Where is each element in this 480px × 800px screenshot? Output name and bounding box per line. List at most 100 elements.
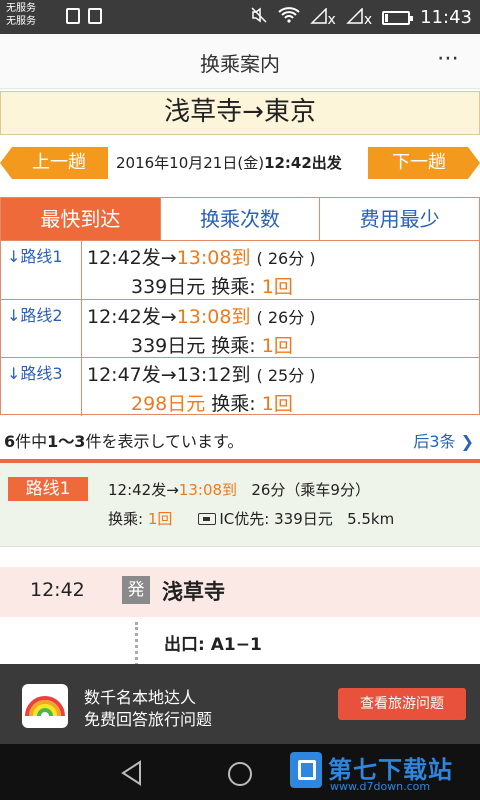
watermark-url: www.d7down.com (330, 780, 431, 793)
result-count: 6件中1～3件を表示しています。 (4, 428, 243, 452)
transfer-label: 换乘: (205, 335, 262, 357)
station-exit: 出口: A1−1 (164, 635, 262, 655)
detail-transfer-label: 换乘: (108, 510, 148, 528)
previous-train-button[interactable]: 上一趟 (0, 147, 108, 179)
mute-icon (250, 6, 268, 29)
fare: 339日元 (131, 335, 206, 357)
route-fare: 298日元 换乘: 1回 (131, 389, 293, 416)
system-nav-bar: 第七下载站 www.d7down.com (0, 744, 480, 800)
next-results-link[interactable]: 后3条 ❯ (413, 428, 474, 452)
arrive-time: 13:08到 (176, 247, 251, 269)
page-title: 换乘案内 (200, 52, 280, 76)
status-bar: 无服务 无服务 x x 11:43 (0, 0, 480, 34)
route-line-dots (135, 622, 138, 666)
rainbow-logo-icon (22, 684, 68, 728)
route-row-1[interactable]: ↓路线1 12:42发→13:08到 ( 26分 ) 339日元 换乘: 1回 (1, 241, 479, 299)
carrier-line-2: 无服务 (6, 16, 36, 27)
next-train-button[interactable]: 下一趟 (368, 147, 480, 179)
divider (81, 300, 82, 358)
departure-station: 12:42 発 浅草寺 (0, 567, 480, 617)
notification-icons (66, 8, 102, 24)
search-time: 12:42出发 (264, 154, 342, 172)
route-label[interactable]: ↓路线1 (7, 243, 63, 267)
ad-line-2: 免费回答旅行问题 (84, 710, 213, 729)
sort-tabs: 最快到达 换乘次数 费用最少 (0, 197, 480, 241)
transfer-label: 换乘: (205, 393, 262, 415)
route-header: 浅草寺→東京 (0, 91, 480, 135)
detail-depart: 12:42发→ (108, 481, 179, 499)
tab-fewest-transfers[interactable]: 换乘次数 (159, 198, 320, 240)
result-info: 6件中1～3件を表示しています。 后3条 ❯ (0, 426, 480, 452)
arrive-time: 13:08到 (176, 306, 251, 328)
arrive-time: 13:12到 (176, 364, 251, 386)
tab-cheapest[interactable]: 费用最少 (319, 198, 480, 240)
signal-icon-1: x (309, 6, 336, 28)
result-total: 6 (4, 432, 16, 451)
watermark-logo-icon (290, 752, 322, 788)
title-bar: 换乘案内 ⋯ (0, 34, 480, 89)
depart-time: 12:42发→ (87, 247, 177, 269)
depart-time: 12:42发→ (87, 306, 177, 328)
detail-fare-line: 换乘: 1回 IC优先: 339日元 5.5km (108, 508, 394, 529)
home-icon[interactable] (228, 762, 252, 786)
route-label[interactable]: ↓路线3 (7, 360, 63, 384)
station-name[interactable]: 浅草寺 (162, 576, 225, 606)
route-fare: 339日元 换乘: 1回 (131, 331, 293, 358)
search-date: 2016年10月21日(金) (116, 154, 265, 172)
route-detail-header: 路线1 12:42发→13:08到 26分（乘车9分） 换乘: 1回 IC优先: … (0, 463, 480, 547)
route-times: 12:47发→13:12到 ( 25分 ) (87, 360, 316, 387)
tab-fastest[interactable]: 最快到达 (1, 198, 160, 240)
duration: ( 25分 ) (256, 366, 316, 385)
divider (81, 358, 82, 416)
transfer-count: 1回 (261, 335, 293, 357)
sim-icon (66, 8, 80, 24)
carrier-text: 无服务 无服务 (6, 2, 36, 28)
signal-x-2: x (363, 11, 373, 28)
view-travel-questions-button[interactable]: 查看旅游问题 (338, 688, 466, 720)
route-times: 12:42发→13:08到 ( 26分 ) (87, 302, 316, 329)
clock: 11:43 (420, 7, 472, 28)
departure-badge: 発 (122, 576, 150, 604)
status-right: x x 11:43 (250, 6, 472, 29)
wifi-icon (277, 6, 300, 29)
more-icon[interactable]: ⋯ (437, 46, 460, 71)
route-badge: 路线1 (8, 477, 88, 501)
detail-transfer-count: 1回 (147, 510, 173, 528)
signal-icon-2: x (346, 6, 373, 28)
route-list: ↓路线1 12:42发→13:08到 ( 26分 ) 339日元 换乘: 1回 … (0, 241, 480, 416)
ic-label: IC优先: (219, 510, 275, 528)
transfer-count: 1回 (261, 393, 293, 415)
back-icon[interactable] (120, 760, 144, 790)
date-bar: 上一趟 2016年10月21日(金)12:42出发 下一趟 (0, 146, 480, 180)
search-datetime: 2016年10月21日(金)12:42出发 (116, 152, 342, 173)
result-text-a: 件中 (15, 432, 48, 451)
route-row-2[interactable]: ↓路线2 12:42发→13:08到 ( 26分 ) 339日元 换乘: 1回 (1, 299, 479, 358)
ad-banner: 数千名本地达人 免费回答旅行问题 查看旅游问题 (0, 664, 480, 744)
signal-x-1: x (327, 11, 336, 28)
route-label[interactable]: ↓路线2 (7, 302, 63, 326)
depart-time: 12:47发→ (87, 364, 177, 386)
transfer-label: 换乘: (205, 276, 262, 298)
fare: 298日元 (131, 393, 206, 415)
station-time: 12:42 (30, 579, 85, 601)
ic-card-icon (198, 513, 217, 525)
detail-times: 12:42发→13:08到 26分（乘车9分） (108, 479, 370, 500)
carrier-line-1: 无服务 (6, 3, 36, 14)
detail-arrive: 13:08到 (178, 481, 238, 499)
detail-duration: 26分（乘车9分） (251, 481, 370, 499)
result-text-b: 件を表示しています。 (85, 432, 244, 451)
result-range: 1～3 (47, 432, 86, 451)
battery-icon (382, 10, 414, 25)
route-fare: 339日元 换乘: 1回 (131, 272, 293, 299)
divider (81, 241, 82, 299)
duration: ( 26分 ) (256, 308, 316, 327)
duration: ( 26分 ) (256, 249, 316, 268)
image-icon (88, 8, 102, 24)
ad-line-1: 数千名本地达人 (84, 688, 197, 707)
route-times: 12:42发→13:08到 ( 26分 ) (87, 243, 316, 270)
watermark: 第七下载站 www.d7down.com (290, 750, 470, 798)
route-row-3[interactable]: ↓路线3 12:47发→13:12到 ( 25分 ) 298日元 换乘: 1回 (1, 357, 479, 416)
detail-fare: 339日元 (274, 510, 333, 528)
detail-distance: 5.5km (347, 510, 395, 528)
fare: 339日元 (131, 276, 206, 298)
